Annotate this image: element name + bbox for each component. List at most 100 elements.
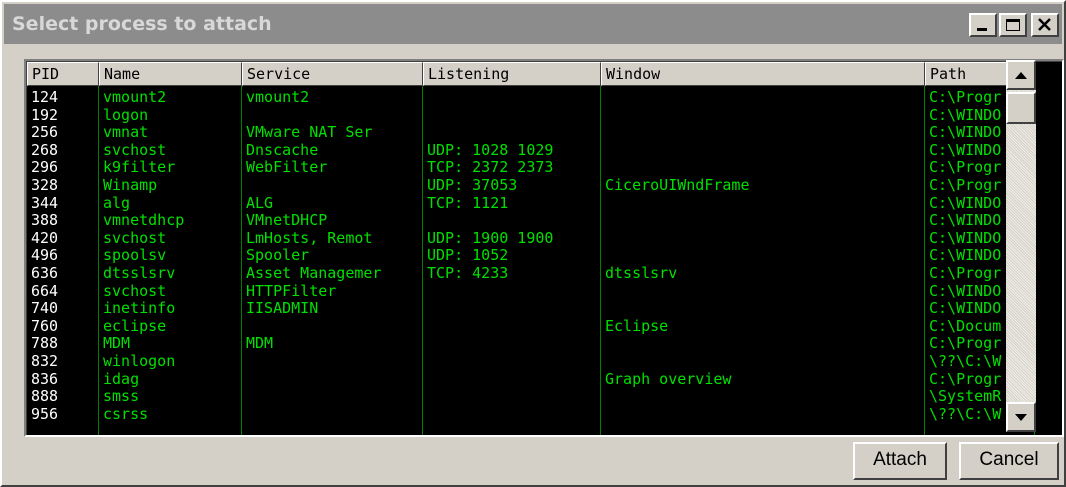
- listening-cell[interactable]: TCP: 2372 2373: [427, 158, 553, 176]
- pid-cell[interactable]: 256: [31, 123, 58, 141]
- path-cell[interactable]: C:\WINDO: [929, 229, 1001, 247]
- service-cell[interactable]: IISADMIN: [246, 299, 318, 317]
- attach-button[interactable]: Attach: [853, 442, 947, 480]
- path-cell[interactable]: C:\Docum: [929, 317, 1001, 335]
- name-cell[interactable]: eclipse: [103, 317, 166, 335]
- pid-cell[interactable]: 296: [31, 158, 58, 176]
- path-cell[interactable]: C:\WINDO: [929, 299, 1001, 317]
- service-cell[interactable]: ALG: [246, 194, 273, 212]
- path-cell[interactable]: \??\C:\W: [929, 352, 1001, 370]
- path-cell[interactable]: C:\Progr: [929, 370, 1001, 388]
- path-cell[interactable]: \SystemR: [929, 387, 1001, 405]
- pid-cell[interactable]: 268: [31, 141, 58, 159]
- pid-cell[interactable]: 832: [31, 352, 58, 370]
- name-cell[interactable]: winlogon: [103, 352, 175, 370]
- window-cell[interactable]: Eclipse: [605, 317, 668, 335]
- path-cell[interactable]: C:\WINDO: [929, 123, 1001, 141]
- column-header-name[interactable]: Name: [99, 62, 242, 86]
- name-cell[interactable]: Winamp: [103, 176, 157, 194]
- process-list-view: PID 124 192 256 268 296 328 344 388 420 496 636 664 7…: [26, 61, 1062, 435]
- pid-cell[interactable]: 124: [31, 88, 58, 106]
- pid-cell[interactable]: 836: [31, 370, 58, 388]
- column-header-window[interactable]: Window: [601, 62, 925, 86]
- service-cell[interactable]: Spooler: [246, 246, 309, 264]
- pid-cell[interactable]: 636: [31, 264, 58, 282]
- service-cell[interactable]: Dnscache: [246, 141, 318, 159]
- scroll-down-icon: [1015, 414, 1027, 421]
- path-cell[interactable]: C:\WINDO: [929, 211, 1001, 229]
- name-cell[interactable]: svchost: [103, 282, 166, 300]
- path-cell[interactable]: C:\WINDO: [929, 194, 1001, 212]
- path-cell[interactable]: C:\WINDO: [929, 246, 1001, 264]
- name-cell[interactable]: k9filter: [103, 158, 175, 176]
- close-button[interactable]: [1031, 13, 1059, 37]
- service-cell[interactable]: Asset Managemer: [246, 264, 381, 282]
- minimize-icon: [977, 28, 987, 31]
- path-cell[interactable]: C:\WINDO: [929, 282, 1001, 300]
- service-cell[interactable]: HTTPFilter: [246, 282, 336, 300]
- service-cell[interactable]: WebFilter: [246, 158, 327, 176]
- path-cell[interactable]: C:\Progr: [929, 264, 1001, 282]
- pid-cell[interactable]: 420: [31, 229, 58, 247]
- path-cell[interactable]: C:\WINDO: [929, 141, 1001, 159]
- listening-cell[interactable]: TCP: 4233: [427, 264, 508, 282]
- name-cell[interactable]: alg: [103, 194, 130, 212]
- pid-cell[interactable]: 496: [31, 246, 58, 264]
- service-cell[interactable]: VMware NAT Ser: [246, 123, 372, 141]
- name-cell[interactable]: svchost: [103, 229, 166, 247]
- maximize-button[interactable]: [999, 13, 1027, 37]
- service-cell[interactable]: MDM: [246, 334, 273, 352]
- window-cell[interactable]: CiceroUIWndFrame: [605, 176, 750, 194]
- minimize-button[interactable]: [969, 13, 997, 37]
- listening-cell[interactable]: UDP: 37053: [427, 176, 517, 194]
- name-cell[interactable]: vmnat: [103, 123, 148, 141]
- window-cell[interactable]: dtsslsrv: [605, 264, 677, 282]
- path-cell[interactable]: C:\Progr: [929, 176, 1001, 194]
- process-list[interactable]: PID 124 192 256 268 296 328 344 388 420 496 636 664 7…: [24, 59, 1064, 437]
- pid-cell[interactable]: 740: [31, 299, 58, 317]
- pid-cell[interactable]: 328: [31, 176, 58, 194]
- name-cell[interactable]: vmnetdhcp: [103, 211, 184, 229]
- listening-cell[interactable]: TCP: 1121: [427, 194, 508, 212]
- pid-cell[interactable]: 788: [31, 334, 58, 352]
- window-cell[interactable]: Graph overview: [605, 370, 731, 388]
- path-cell[interactable]: C:\Progr: [929, 158, 1001, 176]
- name-cell[interactable]: logon: [103, 106, 148, 124]
- pid-cell[interactable]: 888: [31, 387, 58, 405]
- pid-cell[interactable]: 192: [31, 106, 58, 124]
- scroll-thumb[interactable]: [1006, 92, 1036, 124]
- pid-cell[interactable]: 956: [31, 405, 58, 423]
- pid-cell[interactable]: 760: [31, 317, 58, 335]
- name-cell[interactable]: smss: [103, 387, 139, 405]
- service-cell[interactable]: VMnetDHCP: [246, 211, 327, 229]
- path-cell[interactable]: C:\Progr: [929, 334, 1001, 352]
- column-header-pid[interactable]: PID: [27, 62, 99, 86]
- column-header-listening[interactable]: Listening: [423, 62, 601, 86]
- path-cell[interactable]: \??\C:\W: [929, 405, 1001, 423]
- name-cell[interactable]: vmount2: [103, 88, 166, 106]
- path-cell[interactable]: C:\WINDO: [929, 106, 1001, 124]
- service-cell[interactable]: LmHosts, Remot: [246, 229, 372, 247]
- vertical-scrollbar[interactable]: [1006, 60, 1036, 432]
- listening-cell[interactable]: UDP: 1028 1029: [427, 141, 553, 159]
- column-header-service[interactable]: Service: [242, 62, 423, 86]
- service-cell[interactable]: vmount2: [246, 88, 309, 106]
- path-cell[interactable]: C:\Progr: [929, 88, 1001, 106]
- name-cell[interactable]: dtsslsrv: [103, 264, 175, 282]
- name-cell[interactable]: idag: [103, 370, 139, 388]
- name-cell[interactable]: csrss: [103, 405, 148, 423]
- name-cell[interactable]: svchost: [103, 141, 166, 159]
- listening-cell[interactable]: UDP: 1900 1900: [427, 229, 553, 247]
- name-cell[interactable]: inetinfo: [103, 299, 175, 317]
- pid-cell[interactable]: 344: [31, 194, 58, 212]
- pid-cell[interactable]: 664: [31, 282, 58, 300]
- scroll-up-button[interactable]: [1006, 60, 1036, 90]
- cancel-button[interactable]: Cancel: [959, 442, 1059, 480]
- pid-cell[interactable]: 388: [31, 211, 58, 229]
- column-window: CiceroUIWndFrame dtsslsrv Eclipse Graph ove…: [601, 86, 925, 435]
- name-cell[interactable]: MDM: [103, 334, 130, 352]
- scroll-down-button[interactable]: [1006, 402, 1036, 432]
- title-bar[interactable]: Select process to attach: [4, 4, 1062, 44]
- name-cell[interactable]: spoolsv: [103, 246, 166, 264]
- listening-cell[interactable]: UDP: 1052: [427, 246, 508, 264]
